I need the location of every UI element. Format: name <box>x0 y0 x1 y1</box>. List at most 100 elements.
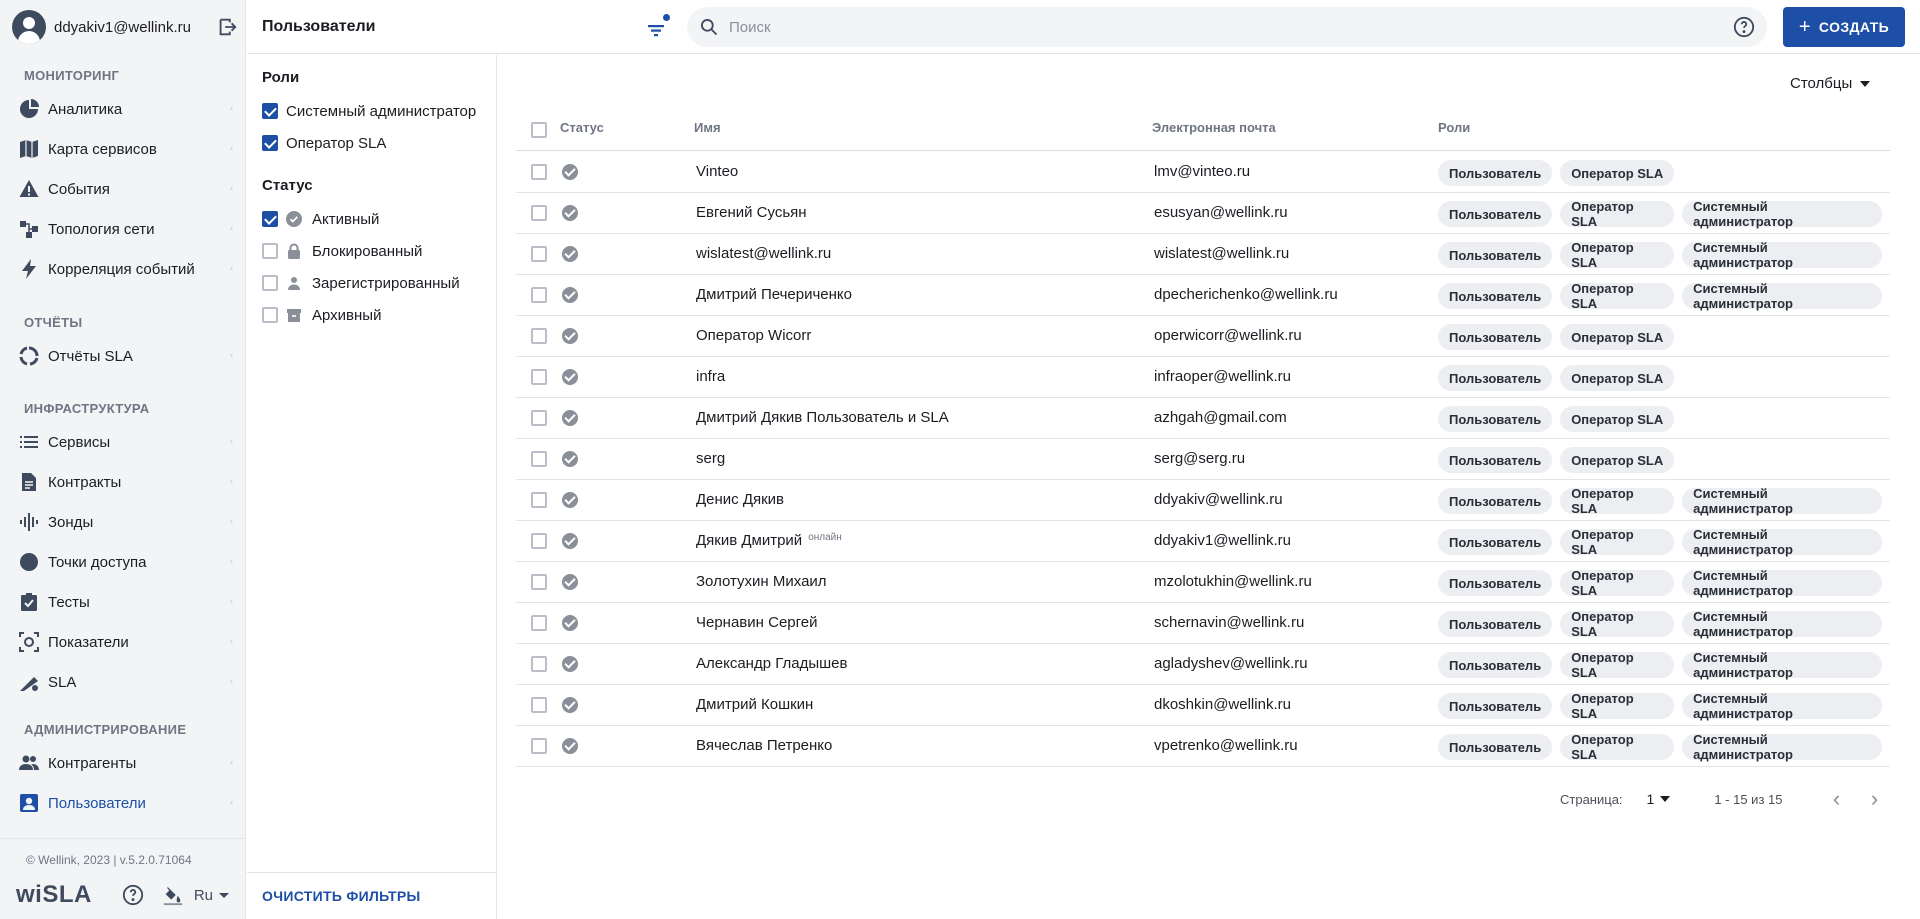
page-select[interactable]: 1 <box>1647 791 1671 807</box>
row-checkbox[interactable] <box>531 287 547 303</box>
table-row[interactable]: Чернавин Сергей schernavin@wellink.ru Поль… <box>516 603 1890 644</box>
chevron-down-icon[interactable] <box>219 892 230 898</box>
sidebar-item[interactable]: Контрагенты ‹ <box>0 746 246 780</box>
sidebar-item[interactable]: Аналитика ‹ <box>0 92 246 126</box>
user-name[interactable]: Дякив Дмитрий онлайн <box>696 532 842 549</box>
sidebar-item[interactable]: Зонды ‹ <box>0 505 246 539</box>
column-header-email[interactable]: Электронная почта <box>1152 120 1276 135</box>
chevron-left-icon[interactable]: ‹ <box>1826 786 1846 811</box>
user-name[interactable]: Дмитрий Печериченко <box>696 286 852 303</box>
table-row[interactable]: serg serg@serg.ru Пользователь Оператор SLA <box>516 439 1890 480</box>
sidebar-item-label: Контракты <box>48 473 122 491</box>
row-checkbox[interactable] <box>531 574 547 590</box>
checkbox[interactable] <box>262 275 278 291</box>
sidebar-item[interactable]: Пользователи ‹ <box>0 786 246 820</box>
chevron-right-icon[interactable]: › <box>1864 786 1884 811</box>
row-checkbox[interactable] <box>531 697 547 713</box>
row-checkbox[interactable] <box>531 492 547 508</box>
table-row[interactable]: Золотухин Михаил mzolotukhin@wellink.ru По… <box>516 562 1890 603</box>
column-header-status[interactable]: Статус <box>560 120 604 135</box>
columns-button[interactable]: Столбцы <box>1790 75 1871 92</box>
row-checkbox[interactable] <box>531 205 547 221</box>
search-input[interactable] <box>729 18 1733 36</box>
checkbox[interactable] <box>262 103 278 119</box>
table-row[interactable]: infra infraoper@wellink.ru Пользователь Опе… <box>516 357 1890 398</box>
user-name[interactable]: Чернавин Сергей <box>696 614 818 631</box>
status-filter-blocked[interactable]: Блокированный <box>262 240 422 262</box>
user-name[interactable]: Vinteo <box>696 163 738 180</box>
sidebar-item[interactable]: SLA ‹ <box>0 665 246 699</box>
status-filter-archived[interactable]: Архивный <box>262 304 381 326</box>
nav-section-title: ОТЧЁТЫ <box>24 315 83 330</box>
user-name[interactable]: wislatest@wellink.ru <box>696 245 831 262</box>
sidebar-item[interactable]: События ‹ <box>0 172 246 206</box>
row-checkbox[interactable] <box>531 246 547 262</box>
table-row[interactable]: Вячеслав Петренко vpetrenko@wellink.ru Пол… <box>516 726 1890 767</box>
sidebar-item[interactable]: Показатели ‹ <box>0 625 246 659</box>
table-row[interactable]: Дмитрий Дякив Пользователь и SLA azhgah@g… <box>516 398 1890 439</box>
checkbox[interactable] <box>262 135 278 151</box>
user-name[interactable]: serg <box>696 450 725 467</box>
row-checkbox[interactable] <box>531 738 547 754</box>
sidebar-item[interactable]: Карта сервисов ‹ <box>0 132 246 166</box>
sidebar-item[interactable]: Точки доступа ‹ <box>0 545 246 579</box>
user-name[interactable]: Дмитрий Дякив Пользователь и SLA <box>696 409 949 426</box>
table-row[interactable]: Евгений Сусьян esusyan@wellink.ru Пользова… <box>516 193 1890 234</box>
sidebar-item[interactable]: Тесты ‹ <box>0 585 246 619</box>
user-profile[interactable]: ddyakiv1@wellink.ru <box>12 10 238 44</box>
user-name[interactable]: Александр Гладышев <box>696 655 847 672</box>
row-checkbox[interactable] <box>531 615 547 631</box>
chevron-left-icon: ‹ <box>230 636 234 647</box>
row-checkbox[interactable] <box>531 369 547 385</box>
filter-active-dot <box>663 14 670 21</box>
sidebar-item[interactable]: Топология сети ‹ <box>0 212 246 246</box>
user-name[interactable]: Евгений Сусьян <box>696 204 807 221</box>
checkbox[interactable] <box>262 211 278 227</box>
row-checkbox[interactable] <box>531 451 547 467</box>
status-filter-registered[interactable]: Зарегистрированный <box>262 272 460 294</box>
user-name[interactable]: Дмитрий Кошкин <box>696 696 813 713</box>
table-row[interactable]: Александр Гладышев agladyshev@wellink.ru П… <box>516 644 1890 685</box>
row-checkbox[interactable] <box>531 656 547 672</box>
user-name[interactable]: Оператор Wicorr <box>696 327 811 344</box>
language-select[interactable]: Ru <box>194 887 213 904</box>
user-name[interactable]: infra <box>696 368 725 385</box>
sidebar-item[interactable]: Контракты ‹ <box>0 465 246 499</box>
row-checkbox[interactable] <box>531 164 547 180</box>
status-filter-active[interactable]: Активный <box>262 208 379 230</box>
create-button[interactable]: + СОЗДАТЬ <box>1783 7 1905 47</box>
role-filter-sla-operator[interactable]: Оператор SLA <box>262 132 386 154</box>
table-row[interactable]: Дмитрий Печериченко dpecherichenko@wellin… <box>516 275 1890 316</box>
search-help-icon[interactable] <box>1733 16 1755 38</box>
select-all-checkbox[interactable] <box>531 122 547 138</box>
row-checkbox[interactable] <box>531 410 547 426</box>
user-name[interactable]: Золотухин Михаил <box>696 573 827 590</box>
filter-toggle-button[interactable] <box>645 14 671 40</box>
table-row[interactable]: Vinteo lmv@vinteo.ru Пользователь Оператор … <box>516 152 1890 193</box>
help-icon[interactable] <box>122 884 144 906</box>
avatar-icon <box>12 10 46 44</box>
row-checkbox[interactable] <box>531 533 547 549</box>
table-row[interactable]: Денис Дякив ddyakiv@wellink.ru Пользовател… <box>516 480 1890 521</box>
theme-icon[interactable] <box>162 884 184 906</box>
table-row[interactable]: Дякив Дмитрий онлайн ddyakiv1@wellink.ru По… <box>516 521 1890 562</box>
table-row[interactable]: Оператор Wicorr operwicorr@wellink.ru Поль… <box>516 316 1890 357</box>
clear-filters-button[interactable]: ОЧИСТИТЬ ФИЛЬТРЫ <box>262 888 421 904</box>
user-name[interactable]: Вячеслав Петренко <box>696 737 832 754</box>
table-row[interactable]: wislatest@wellink.ru wislatest@wellink.ru… <box>516 234 1890 275</box>
table-row[interactable]: Дмитрий Кошкин dkoshkin@wellink.ru Пользов… <box>516 685 1890 726</box>
user-email: dkoshkin@wellink.ru <box>1154 696 1291 713</box>
user-name[interactable]: Денис Дякив <box>696 491 784 508</box>
sidebar-item[interactable]: Отчёты SLA ‹ <box>0 339 246 373</box>
logout-icon[interactable] <box>216 16 238 38</box>
role-filter-sysadmin[interactable]: Системный администратор <box>262 100 476 122</box>
roles-filter-title: Роли <box>262 69 300 86</box>
search-bar <box>687 7 1767 47</box>
row-checkbox[interactable] <box>531 328 547 344</box>
column-header-roles[interactable]: Роли <box>1438 120 1470 135</box>
sidebar-item[interactable]: Сервисы ‹ <box>0 425 246 459</box>
checkbox[interactable] <box>262 243 278 259</box>
column-header-name[interactable]: Имя <box>694 120 721 135</box>
checkbox[interactable] <box>262 307 278 323</box>
sidebar-item[interactable]: Корреляция событий ‹ <box>0 252 246 286</box>
